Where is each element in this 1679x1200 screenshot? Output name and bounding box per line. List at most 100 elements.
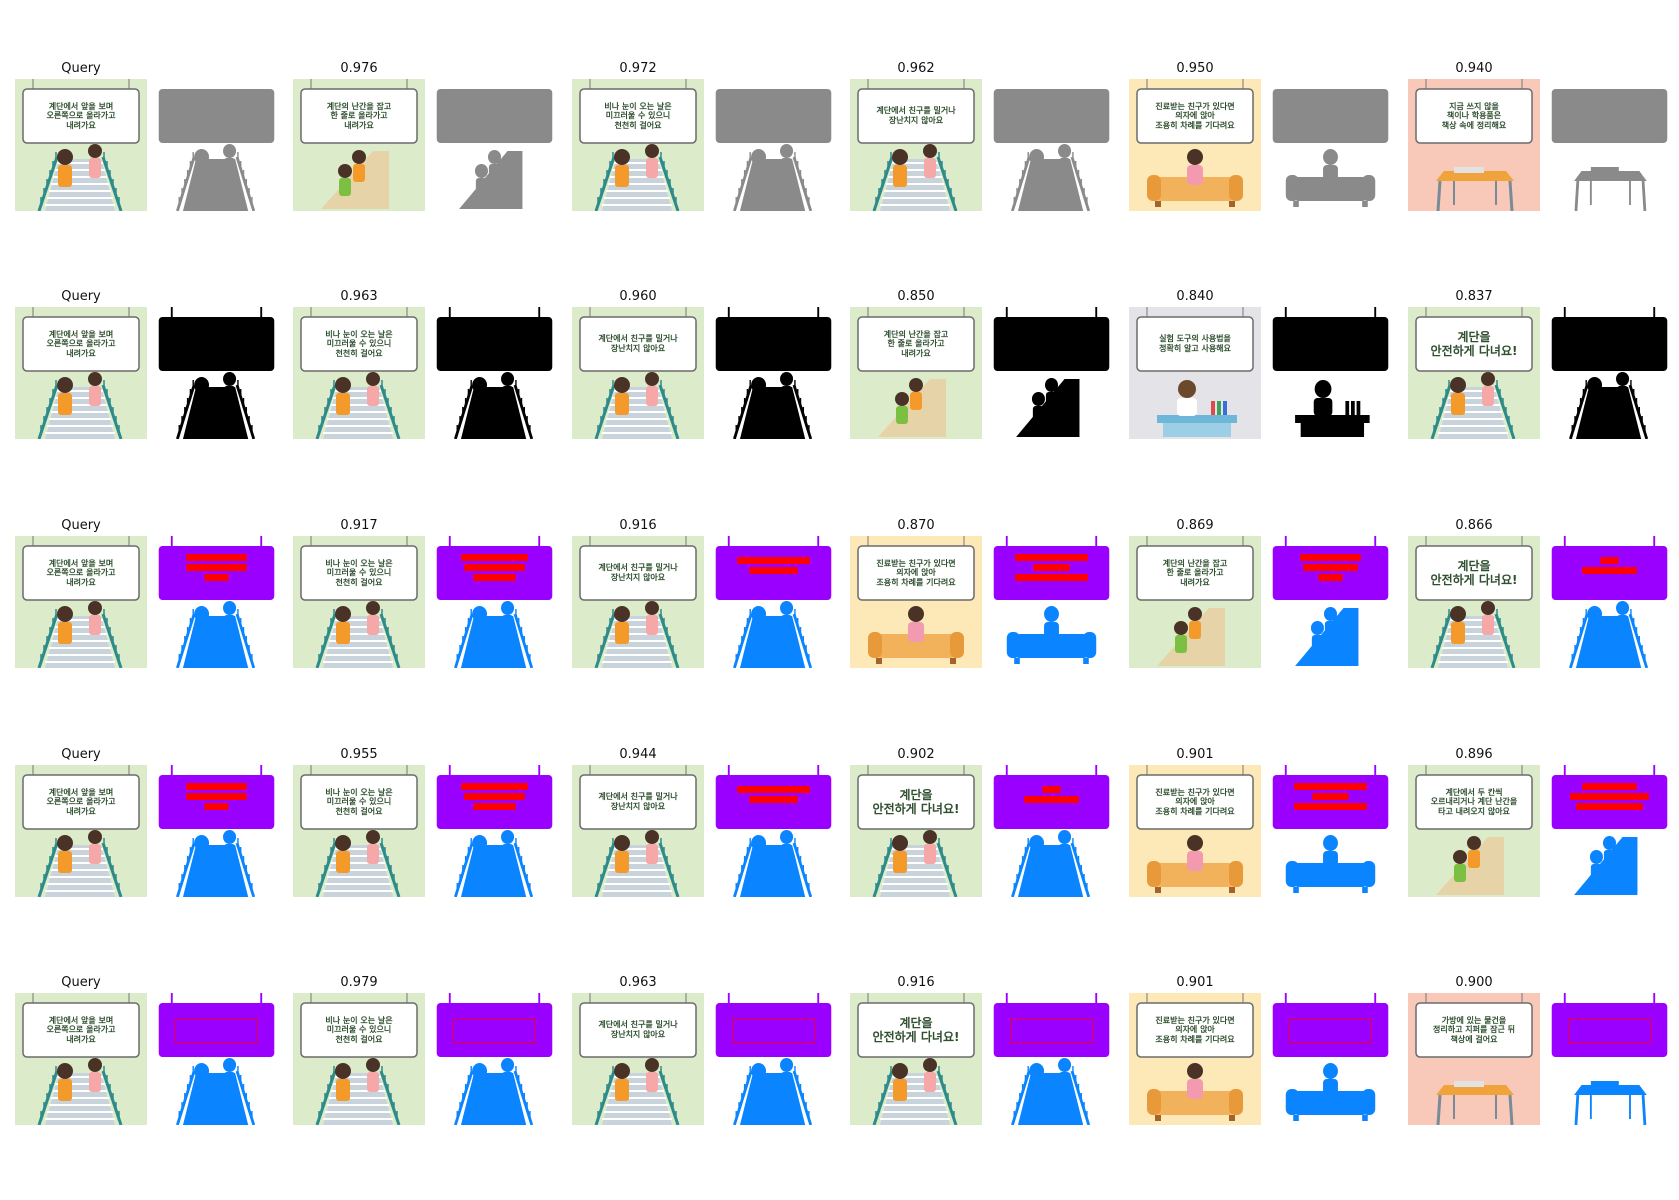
illustration-thumbnail: 계단에서 친구를 밀거나 장난치지 않아요 [572, 993, 704, 1125]
query-cell: Query 계단에서 앞을 보며 오른쪽으로 올라가고 내려가요 [15, 518, 278, 696]
segmentation-mask [1548, 79, 1671, 211]
illustration-thumbnail: 가방에 있는 물건을 정리하고 지퍼를 잠근 뒤 책상에 걸어요 [1408, 993, 1540, 1125]
sign-text-line: 계단을 [899, 1015, 933, 1030]
similarity-score: 0.916 [619, 518, 657, 533]
illustration-thumbnail: 비나 눈이 오는 날은 미끄러울 수 있으니 천천히 걸어요 [572, 79, 704, 211]
similarity-score: 0.963 [340, 289, 378, 304]
sign-text-line: 미끄러울 수 있으니 [326, 339, 392, 349]
similarity-score: 0.901 [1176, 975, 1214, 990]
sign-text-line: 계단의 난간을 잡고 [326, 101, 392, 111]
sign-text-line: 비나 눈이 오는 날은 [325, 558, 393, 568]
query-cell: Query 계단에서 앞을 보며 오른쪽으로 올라가고 내려가요 [15, 975, 278, 1153]
segmentation-mask [712, 79, 835, 211]
query-label: Query [61, 61, 101, 76]
sign-text-line: 진료받는 친구가 있다면 [1155, 787, 1235, 797]
sign-text-line: 내려가요 [66, 806, 96, 816]
sign-text: 실험 도구의 사용법을 정확히 알고 사용해요 [1137, 319, 1253, 369]
illustration-thumbnail: 계단의 난간을 잡고 한 줄로 올라가고 내려가요 [1129, 536, 1261, 668]
similarity-score: 0.896 [1455, 747, 1493, 762]
similarity-score: 0.955 [340, 747, 378, 762]
result-cell: 0.916 계단을 안전하게 다녀요! [850, 975, 1113, 1153]
similarity-score: 0.840 [1176, 289, 1214, 304]
query-cell: Query 계단에서 앞을 보며 오른쪽으로 올라가고 내려가요 [15, 747, 278, 925]
query-label: Query [61, 975, 101, 990]
illustration-thumbnail: 계단에서 앞을 보며 오른쪽으로 올라가고 내려가요 [15, 993, 147, 1125]
sign-text-line: 내려가요 [66, 120, 96, 130]
sign-text-line: 실험 도구의 사용법을 [1159, 334, 1231, 344]
sign-text-line: 오른쪽으로 올라가고 [46, 111, 116, 121]
result-cell: 0.917 비나 눈이 오는 날은 미끄러울 수 있으니 천천히 걸어요 [293, 518, 556, 696]
query-label: Query [61, 747, 101, 762]
sign-text-line: 천천히 걸어요 [335, 577, 383, 587]
sign-text-line: 의자에 앉아 [1175, 1025, 1215, 1035]
sign-text-line: 장난치지 않아요 [610, 573, 666, 582]
illustration-thumbnail: 진료받는 친구가 있다면 의자에 앉아 조용히 차례를 기다려요 [1129, 79, 1261, 211]
query-cell: Query 계단에서 앞을 보며 오른쪽으로 올라가고 내려가요 [15, 289, 278, 467]
sign-text: 계단을 안전하게 다녀요! [858, 777, 974, 827]
result-cell: 0.962 계단에서 친구를 밀거나 장난치지 않아요 [850, 61, 1113, 239]
illustration-thumbnail: 계단에서 앞을 보며 오른쪽으로 올라가고 내려가요 [15, 536, 147, 668]
illustration-thumbnail: 실험 도구의 사용법을 정확히 알고 사용해요 [1129, 307, 1261, 439]
segmentation-mask [433, 765, 556, 897]
sign-text-line: 안전하게 다녀요! [1430, 573, 1518, 587]
sign-text-line: 계단을 [1457, 329, 1491, 344]
sign-text-line: 계단의 난간을 잡고 [883, 329, 949, 339]
sign-text-line: 내려가요 [1180, 577, 1210, 587]
sign-text-line: 내려가요 [901, 348, 931, 358]
similarity-score: 0.902 [897, 747, 935, 762]
sign-text-line: 조용히 차례를 기다려요 [1155, 1034, 1235, 1044]
similarity-score: 0.870 [897, 518, 935, 533]
sign-text: 비나 눈이 오는 날은 미끄러울 수 있으니 천천히 걸어요 [301, 548, 417, 598]
sign-text: 계단에서 친구를 밀거나 장난치지 않아요 [580, 319, 696, 369]
result-cell: 0.972 비나 눈이 오는 날은 미끄러울 수 있으니 천천히 걸어요 [572, 61, 835, 239]
sign-text-line: 천천히 걸어요 [335, 806, 383, 816]
sign-text-line: 내려가요 [66, 1034, 96, 1044]
segmentation-mask [155, 765, 278, 897]
result-cell: 0.837 계단을 안전하게 다녀요! [1408, 289, 1671, 467]
sign-text-line: 계단에서 두 칸씩 [1445, 787, 1503, 797]
sign-text-line: 안전하게 다녀요! [1430, 344, 1518, 358]
sign-text-line: 조용히 차례를 기다려요 [876, 577, 956, 587]
similarity-score: 0.850 [897, 289, 935, 304]
result-cell: 0.916 계단에서 친구를 밀거나 장난치지 않아요 [572, 518, 835, 696]
result-cell: 0.902 계단을 안전하게 다녀요! [850, 747, 1113, 925]
sign-text-line: 계단에서 친구를 밀거나 [598, 563, 678, 573]
sign-text: 계단에서 친구를 밀거나 장난치지 않아요 [580, 777, 696, 827]
sign-text-line: 미끄러울 수 있으니 [605, 111, 671, 121]
illustration-thumbnail: 비나 눈이 오는 날은 미끄러울 수 있으니 천천히 걸어요 [293, 765, 425, 897]
illustration-thumbnail: 지금 쓰지 않을 책이나 학용품은 책상 속에 정리해요 [1408, 79, 1540, 211]
illustration-thumbnail: 계단에서 앞을 보며 오른쪽으로 올라가고 내려가요 [15, 765, 147, 897]
illustration-thumbnail: 계단에서 앞을 보며 오른쪽으로 올라가고 내려가요 [15, 307, 147, 439]
sign-text-line: 계단의 난간을 잡고 [1162, 558, 1228, 568]
illustration-thumbnail: 비나 눈이 오는 날은 미끄러울 수 있으니 천천히 걸어요 [293, 993, 425, 1125]
sign-text-line: 장난치지 않아요 [610, 344, 666, 353]
segmentation-mask [433, 536, 556, 668]
similarity-score: 0.979 [340, 975, 378, 990]
sign-text: 비나 눈이 오는 날은 미끄러울 수 있으니 천천히 걸어요 [301, 1005, 417, 1055]
illustration-thumbnail: 계단의 난간을 잡고 한 줄로 올라가고 내려가요 [293, 79, 425, 211]
illustration-thumbnail: 계단에서 두 칸씩 오르내리거나 계단 난간을 타고 내려오지 않아요 [1408, 765, 1540, 897]
sign-text-line: 계단에서 친구를 밀거나 [598, 334, 678, 344]
sign-text: 비나 눈이 오는 날은 미끄러울 수 있으니 천천히 걸어요 [301, 319, 417, 369]
sign-text: 계단의 난간을 잡고 한 줄로 올라가고 내려가요 [858, 319, 974, 369]
sign-text: 계단에서 앞을 보며 오른쪽으로 올라가고 내려가요 [23, 548, 139, 598]
illustration-thumbnail: 비나 눈이 오는 날은 미끄러울 수 있으니 천천히 걸어요 [293, 536, 425, 668]
result-cell: 0.870 진료받는 친구가 있다면 의자에 앉아 조용히 차례를 기다려요 [850, 518, 1113, 696]
sign-text-line: 내려가요 [66, 348, 96, 358]
similarity-score: 0.940 [1455, 61, 1493, 76]
result-cell: 0.850 계단의 난간을 잡고 한 줄로 올라가고 내려가요 [850, 289, 1113, 467]
sign-text: 계단의 난간을 잡고 한 줄로 올라가고 내려가요 [1137, 548, 1253, 598]
segmentation-mask [712, 536, 835, 668]
sign-text: 계단에서 친구를 밀거나 장난치지 않아요 [858, 91, 974, 141]
sign-text: 계단을 안전하게 다녀요! [1416, 548, 1532, 598]
sign-text-line: 조용히 차례를 기다려요 [1155, 120, 1235, 130]
sign-text-line: 오른쪽으로 올라가고 [46, 568, 116, 578]
sign-text-line: 미끄러울 수 있으니 [326, 1025, 392, 1035]
sign-text-line: 안전하게 다녀요! [872, 1030, 960, 1044]
segmentation-mask [433, 307, 556, 439]
segmentation-mask [1548, 765, 1671, 897]
sign-text-line: 계단에서 앞을 보며 [48, 329, 114, 339]
segmentation-mask [1269, 536, 1392, 668]
result-cell: 0.901 진료받는 친구가 있다면 의자에 앉아 조용히 차례를 기다려요 [1129, 975, 1392, 1153]
similarity-score: 0.962 [897, 61, 935, 76]
